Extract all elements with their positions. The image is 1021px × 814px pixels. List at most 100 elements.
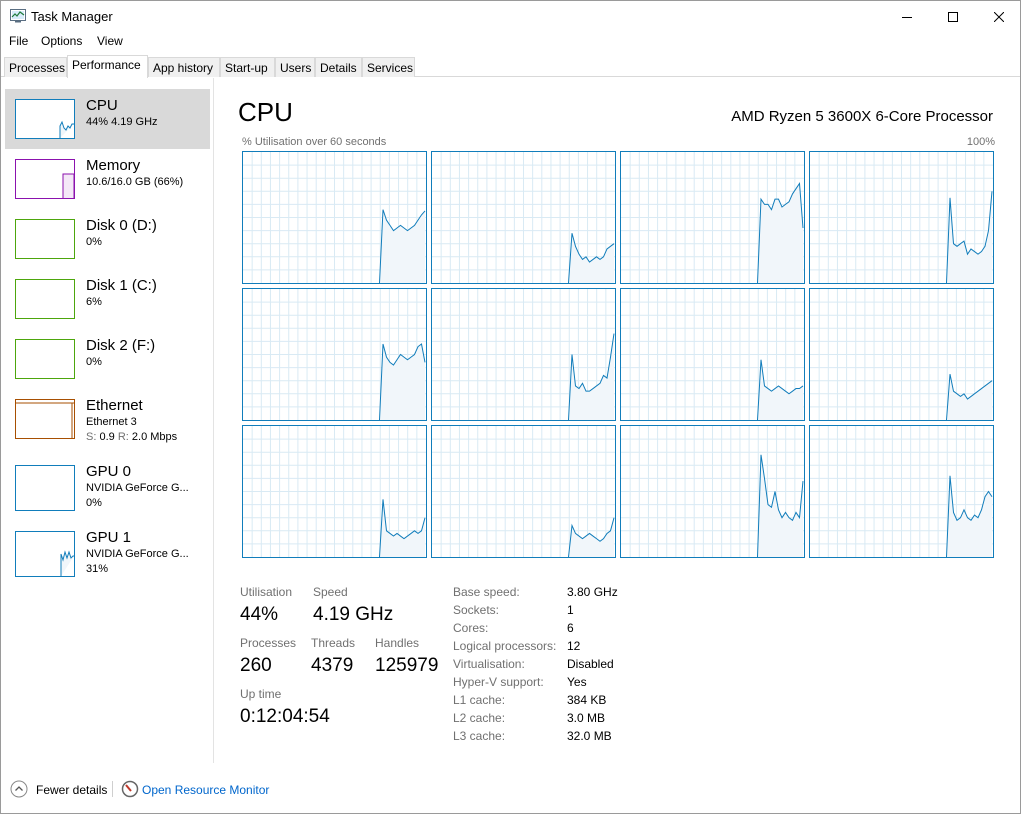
logical-processor-graph bbox=[431, 151, 616, 284]
sidebar-sub: 44% 4.19 GHz bbox=[86, 116, 158, 128]
gpu-1-thumbnail bbox=[15, 531, 75, 577]
send-label: S: bbox=[86, 431, 97, 443]
gpu-0-thumbnail bbox=[15, 465, 75, 511]
logical-processor-graph bbox=[809, 425, 994, 558]
sidebar-title: Memory bbox=[86, 157, 141, 174]
sidebar-item-disk-1[interactable]: Disk 1 (C:) 6% bbox=[5, 269, 210, 329]
processes-label: Processes bbox=[240, 636, 297, 650]
close-button[interactable] bbox=[976, 1, 1021, 32]
sidebar-sub: Ethernet 3 bbox=[86, 416, 137, 428]
resource-monitor-icon bbox=[121, 780, 139, 798]
receive-value: 2.0 Mbps bbox=[131, 431, 178, 443]
sidebar-title: Ethernet bbox=[86, 397, 143, 414]
sidebar-item-disk-2[interactable]: Disk 2 (F:) 0% bbox=[5, 329, 210, 389]
fewer-details-button[interactable]: Fewer details bbox=[36, 783, 107, 797]
info-label: L2 cache: bbox=[453, 711, 506, 725]
sidebar-item-disk-0[interactable]: Disk 0 (D:) 0% bbox=[5, 209, 210, 269]
minimize-button[interactable] bbox=[884, 1, 930, 32]
resource-sidebar: CPU 44% 4.19 GHz Memory 10.6/16.0 GB (66… bbox=[1, 78, 214, 763]
processor-name: AMD Ryzen 5 3600X 6-Core Processor bbox=[731, 108, 993, 125]
utilisation-value: 44% bbox=[240, 604, 279, 625]
graph-canvas bbox=[432, 426, 615, 557]
logical-processor-graph bbox=[431, 425, 616, 558]
send-value: 0.9 bbox=[99, 431, 115, 443]
tab-details[interactable]: Details bbox=[315, 57, 362, 77]
utilisation-area bbox=[757, 454, 803, 557]
logical-processor-graph bbox=[620, 151, 805, 284]
tab-bar: Processes Performance App history Start-… bbox=[1, 55, 1020, 78]
footer-bar: Fewer details Open Resource Monitor bbox=[1, 764, 1020, 813]
sidebar-title: Disk 0 (D:) bbox=[86, 217, 157, 234]
uptime-label: Up time bbox=[240, 687, 282, 701]
disk-1-thumbnail bbox=[15, 279, 75, 319]
logical-processor-graphs bbox=[242, 151, 996, 561]
menu-options[interactable]: Options bbox=[41, 34, 82, 48]
tab-app-history[interactable]: App history bbox=[148, 57, 220, 77]
menu-file[interactable]: File bbox=[9, 34, 28, 48]
title-bar[interactable]: Task Manager bbox=[1, 1, 1020, 32]
utilisation-label: Utilisation bbox=[240, 585, 293, 599]
logical-processor-graph bbox=[620, 425, 805, 558]
info-label: Sockets: bbox=[453, 603, 500, 617]
sidebar-sub: 31% bbox=[86, 563, 109, 575]
speed-label: Speed bbox=[313, 585, 348, 599]
window-title: Task Manager bbox=[31, 9, 113, 24]
utilisation-area bbox=[946, 475, 992, 557]
info-value: 1 bbox=[567, 603, 574, 617]
graph-canvas bbox=[243, 289, 426, 420]
sidebar-item-gpu-1[interactable]: GPU 1 NVIDIA GeForce G... 31% bbox=[5, 521, 210, 581]
info-value: 384 KB bbox=[567, 693, 607, 707]
processes-value: 260 bbox=[240, 655, 272, 676]
info-label: L3 cache: bbox=[453, 729, 506, 743]
logical-processor-graph bbox=[242, 151, 427, 284]
task-manager-window: Task Manager File Options View Processes… bbox=[0, 0, 1021, 814]
tab-users[interactable]: Users bbox=[275, 57, 315, 77]
graph-max-label: 100% bbox=[966, 136, 995, 148]
sidebar-title: GPU 0 bbox=[86, 463, 132, 480]
sidebar-item-gpu-0[interactable]: GPU 0 NVIDIA GeForce G... 0% bbox=[5, 455, 210, 515]
graph-canvas bbox=[243, 152, 426, 283]
sidebar-item-ethernet[interactable]: Ethernet Ethernet 3 S: 0.9 R: 2.0 Mbps bbox=[5, 389, 210, 449]
sidebar-title: Disk 1 (C:) bbox=[86, 277, 157, 294]
tab-processes[interactable]: Processes bbox=[4, 57, 67, 77]
info-value: 6 bbox=[567, 621, 574, 635]
info-value: 12 bbox=[567, 639, 581, 653]
graph-canvas bbox=[810, 152, 993, 283]
sidebar-sub: 0% bbox=[86, 356, 102, 368]
logical-processor-graph bbox=[809, 151, 994, 284]
info-label: Hyper-V support: bbox=[453, 675, 544, 689]
open-resource-monitor-link[interactable]: Open Resource Monitor bbox=[142, 783, 269, 797]
graph-canvas bbox=[621, 289, 804, 420]
handles-label: Handles bbox=[375, 636, 420, 650]
tab-services[interactable]: Services bbox=[362, 57, 415, 77]
maximize-button[interactable] bbox=[930, 1, 976, 32]
info-label: Logical processors: bbox=[453, 639, 557, 653]
sidebar-title: CPU bbox=[86, 97, 118, 114]
utilisation-area bbox=[757, 183, 803, 283]
sidebar-title: Disk 2 (F:) bbox=[86, 337, 156, 354]
info-value: Yes bbox=[567, 675, 587, 689]
ethernet-throughput: S: 0.9 R: 2.0 Mbps bbox=[86, 431, 177, 443]
sidebar-item-cpu[interactable]: CPU 44% 4.19 GHz bbox=[5, 89, 210, 149]
graph-canvas bbox=[243, 426, 426, 557]
tab-performance[interactable]: Performance bbox=[67, 55, 148, 78]
utilisation-area bbox=[757, 359, 803, 420]
info-label: Virtualisation: bbox=[453, 657, 525, 671]
menu-bar: File Options View bbox=[1, 32, 1020, 52]
info-value: Disabled bbox=[567, 657, 614, 671]
ethernet-thumbnail bbox=[15, 399, 75, 439]
graph-canvas bbox=[432, 152, 615, 283]
graph-canvas bbox=[810, 289, 993, 420]
threads-value: 4379 bbox=[311, 655, 354, 676]
threads-label: Threads bbox=[311, 636, 356, 650]
tab-start-up[interactable]: Start-up bbox=[220, 57, 275, 77]
chevron-up-icon[interactable] bbox=[10, 780, 28, 798]
sidebar-item-memory[interactable]: Memory 10.6/16.0 GB (66%) bbox=[5, 149, 210, 209]
info-value: 3.80 GHz bbox=[567, 585, 618, 599]
logical-processor-graph bbox=[242, 288, 427, 421]
utilisation-area bbox=[568, 517, 614, 557]
sidebar-sub: 0% bbox=[86, 236, 102, 248]
logical-processor-graph bbox=[809, 288, 994, 421]
menu-view[interactable]: View bbox=[97, 34, 123, 48]
logical-processor-graph bbox=[242, 425, 427, 558]
